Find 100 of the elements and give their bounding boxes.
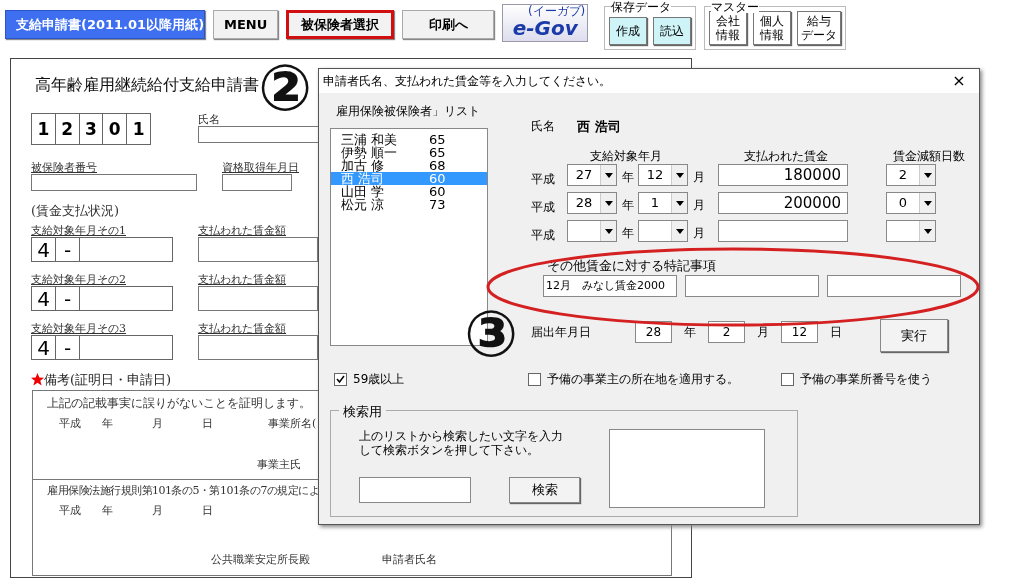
execute-button[interactable]: 実行	[880, 319, 948, 352]
checkbox-label: 予備の事業主の所在地を適用する。	[546, 371, 739, 388]
group-button[interactable]: 作成	[609, 17, 648, 45]
field-label: 支給対象年月その1	[31, 224, 127, 237]
caret-icon	[605, 200, 613, 206]
close-button[interactable]: ×	[939, 68, 979, 94]
field-label: 支払われた賃金額	[198, 224, 287, 237]
section-label: (賃金支払状況)	[31, 203, 120, 218]
era-label: 平成	[531, 170, 556, 188]
checkbox[interactable]	[527, 372, 541, 386]
period-boxes: 4 -	[31, 286, 173, 311]
wage-field[interactable]: 180000	[718, 163, 848, 186]
unit-label: 月	[756, 323, 770, 341]
checkbox[interactable]	[334, 372, 347, 386]
field-label: 届出年月日	[531, 323, 592, 341]
field-label: 支払われた賃金額	[198, 322, 287, 335]
unit-label: 月	[691, 196, 706, 214]
name-value: 西 浩司	[577, 118, 621, 136]
unit-label: 年	[683, 323, 697, 341]
annotation-number: ②	[258, 56, 313, 120]
field-label: 支払われた賃金額	[198, 273, 287, 286]
statement-text: 上記の記載事実に誤りがないことを証明します。	[47, 395, 311, 410]
month-dropdown[interactable]	[638, 219, 688, 242]
group-button[interactable]: 個人 情報	[753, 11, 792, 45]
field-label: 資格取得年月日	[222, 161, 299, 174]
days-dropdown[interactable]: 0	[886, 191, 936, 214]
unit-label: 日	[829, 323, 843, 341]
notes-field[interactable]: 12月 みなし賃金2000	[543, 275, 677, 297]
group-button[interactable]: 給与 データ	[797, 11, 842, 45]
checkbox-label: 59歳以上	[353, 371, 405, 388]
owner-label: 事業主氏	[257, 457, 301, 471]
statement-text: 雇用保険法施行規則第101条の5・第101条の7の規定によ	[47, 483, 320, 497]
list-item[interactable]: 山田 学 60	[331, 185, 487, 198]
caret-icon	[924, 200, 932, 206]
date-label: 平成	[59, 503, 82, 519]
checkbox[interactable]	[780, 372, 794, 386]
year-dropdown[interactable]: 27	[567, 163, 617, 186]
code-boxes: 1 2 3 0 1	[31, 113, 151, 145]
caret-icon	[676, 172, 684, 178]
date-label: 月	[152, 503, 164, 519]
caret-icon	[605, 228, 613, 234]
date-label: 年	[102, 503, 114, 519]
field-label: 氏名	[198, 113, 221, 126]
toolbar-button[interactable]: MENU	[213, 10, 279, 39]
caret-icon	[605, 172, 613, 178]
days-dropdown[interactable]	[886, 219, 936, 242]
unit-label: 月	[691, 224, 706, 242]
period-boxes: 4 -	[31, 237, 173, 262]
form-button[interactable]: 支給申請書(2011.01以降用紙)	[5, 10, 205, 39]
year-dropdown[interactable]	[567, 219, 617, 242]
column-header: 支給対象年月	[589, 147, 663, 163]
list-label: 雇用保険被保険者」リスト	[335, 103, 481, 120]
date-field	[222, 174, 292, 191]
month-dropdown[interactable]: 1	[638, 191, 688, 214]
egov-logo[interactable]: e-Gov (イーガブ)	[502, 4, 589, 42]
group-button[interactable]: 読込	[653, 17, 692, 45]
period-boxes: 4 -	[31, 335, 173, 360]
unit-label: 年	[620, 196, 635, 214]
search-button[interactable]: 検索	[509, 477, 580, 503]
unit-label: 月	[691, 168, 706, 186]
logo-subtext: (イーガブ)	[527, 5, 586, 17]
office-label: 事業所名(	[268, 416, 317, 432]
office-label: 公共職業安定所長殿	[211, 551, 310, 568]
group-title: 保存データ	[611, 1, 672, 13]
column-header: 賃金減額日数	[892, 147, 966, 163]
date-field[interactable]: 2	[708, 320, 745, 343]
caret-icon	[676, 200, 684, 206]
list-item[interactable]: 伊勢 順一 65	[331, 146, 487, 159]
checkbox-label: 予備の事業所番号を使う	[799, 371, 932, 388]
notes-field[interactable]	[685, 275, 819, 297]
field-label: 氏名	[531, 118, 555, 135]
date-label: 日	[202, 416, 214, 432]
year-dropdown[interactable]: 28	[567, 191, 617, 214]
caret-icon	[924, 228, 932, 234]
caret-icon	[924, 172, 932, 178]
era-label: 平成	[531, 198, 556, 216]
form-title: 高年齢雇用継続給付支給申請書	[35, 74, 259, 96]
field-label: 被保険者番号	[31, 161, 98, 174]
date-label: 年	[102, 416, 114, 432]
dialog-title: 申請者氏名、支払われた賃金等を入力してください。	[323, 73, 611, 90]
date-label: 日	[202, 503, 214, 519]
applicant-label: 申請者氏名	[382, 551, 437, 568]
month-dropdown[interactable]: 12	[638, 163, 688, 186]
list-item[interactable]: 三浦 和美 65	[331, 133, 487, 146]
search-field[interactable]	[359, 477, 471, 503]
wage-field[interactable]	[718, 219, 848, 242]
notes-field[interactable]	[827, 275, 961, 297]
days-dropdown[interactable]: 2	[886, 163, 936, 186]
column-header: 支払われた賃金	[743, 147, 829, 163]
date-label: 平成	[59, 416, 82, 432]
wage-field[interactable]: 200000	[718, 191, 848, 214]
toolbar-button[interactable]: 被保険者選択	[286, 10, 395, 39]
instruction-text: 上のリストから検索したい文字を入力して検索ボタンを押して下さい。	[359, 429, 564, 457]
unit-label: 年	[620, 224, 635, 242]
remarks-label: 備考(証明日・申請日)	[44, 371, 172, 389]
toolbar-button[interactable]: 印刷へ	[402, 10, 495, 39]
list-item[interactable]: 松元 涼 73	[331, 198, 487, 211]
list-item[interactable]: 加古 修 68	[331, 159, 487, 172]
group-title: マスター	[711, 1, 760, 13]
field-label: 支給対象年月その3	[31, 322, 127, 335]
